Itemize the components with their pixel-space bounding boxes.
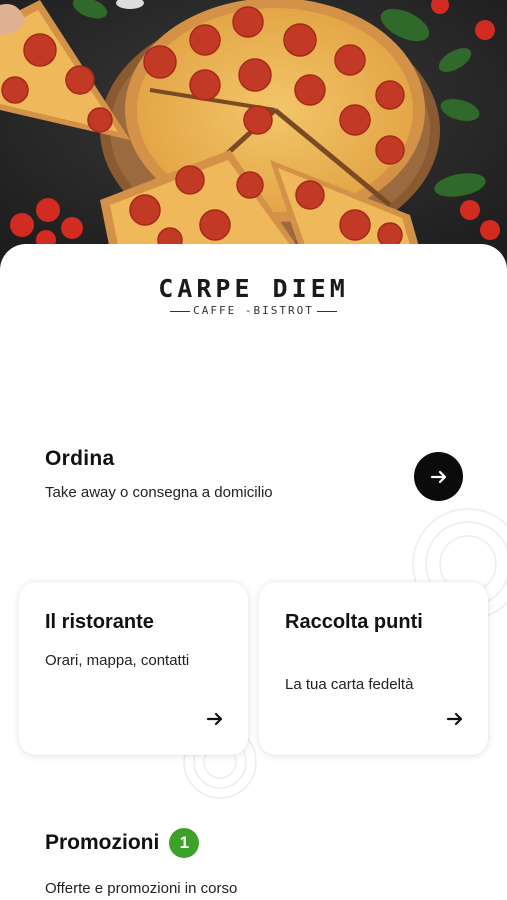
restaurant-card-subtitle: Orari, mappa, contatti	[45, 652, 190, 669]
arrow-right-icon	[430, 470, 446, 483]
loyalty-card[interactable]: Raccolta punti La tua carta fedeltà	[259, 582, 488, 755]
loyalty-card-subtitle: La tua carta fedeltà	[285, 676, 414, 693]
promotions-subtitle: Offerte e promozioni in corso	[45, 880, 238, 897]
content-sheet: CARPE DIEM CAFFE -BISTROT Ordina Take aw…	[0, 244, 507, 900]
logo-divider	[170, 310, 191, 312]
brand-logo: CARPE DIEM CAFFE -BISTROT	[0, 274, 507, 318]
hero-pizza-image	[0, 0, 507, 270]
logo-sub-label: CAFFE -BISTROT	[193, 304, 314, 317]
restaurant-card[interactable]: Il ristorante Orari, mappa, contatti	[19, 582, 248, 755]
logo-divider	[316, 310, 337, 312]
order-title: Ordina	[45, 447, 115, 470]
logo-main-text: CARPE DIEM	[158, 274, 349, 303]
order-subtitle: Take away o consegna a domicilio	[45, 484, 273, 501]
order-button[interactable]	[414, 452, 463, 501]
arrow-right-icon	[206, 712, 223, 726]
logo-sub-text: CAFFE -BISTROT	[0, 304, 507, 318]
restaurant-card-title: Il ristorante	[45, 611, 154, 633]
arrow-right-icon	[446, 712, 463, 726]
order-section[interactable]: Ordina Take away o consegna a domicilio	[45, 446, 465, 516]
promotions-count-badge: 1	[169, 828, 200, 858]
promotions-header: Promozioni 1	[45, 828, 465, 858]
promotions-section[interactable]: Promozioni 1 Offerte e promozioni in cor…	[45, 828, 465, 897]
loyalty-card-title: Raccolta punti	[285, 611, 423, 633]
promotions-title: Promozioni	[45, 831, 160, 854]
